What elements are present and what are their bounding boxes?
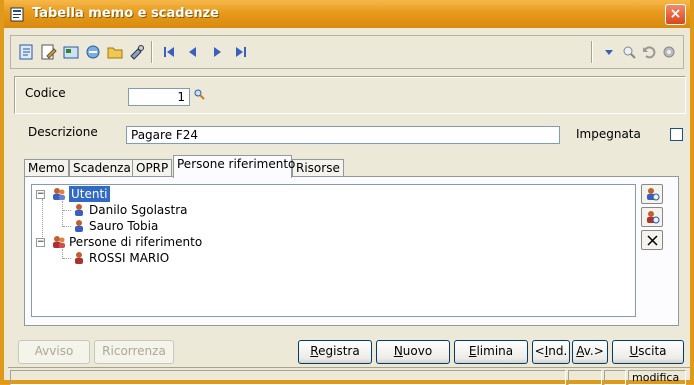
properties-icon[interactable] — [63, 44, 79, 60]
tab-scadenza-label: Scadenza — [73, 161, 131, 175]
next-record-icon[interactable] — [209, 44, 225, 60]
title-bar[interactable]: Tabella memo e scadenze × — [4, 0, 690, 28]
add-user-button[interactable] — [641, 184, 663, 204]
registra-label: egistra — [318, 344, 360, 358]
close-icon: × — [669, 6, 682, 22]
tree-line — [63, 210, 71, 211]
av-label: v.> — [583, 344, 604, 358]
ind-button[interactable]: <Ind. — [532, 340, 570, 364]
ind-label: nd. — [548, 344, 568, 358]
elimina-button[interactable]: Elimina — [454, 340, 528, 364]
descrizione-field[interactable]: Pagare F24 — [126, 126, 560, 144]
refresh-icon[interactable] — [85, 44, 101, 60]
user-icon — [75, 220, 83, 232]
new-record-icon[interactable] — [19, 44, 35, 60]
toolbar — [10, 35, 684, 69]
impegnata-label: Impegnata — [576, 127, 641, 141]
registra-button[interactable]: Registra — [298, 340, 372, 364]
ricorrenza-label: Ricorrenza — [102, 344, 166, 358]
close-button[interactable]: × — [665, 4, 686, 25]
collapse-icon[interactable]: − — [36, 238, 45, 247]
edit-icon[interactable] — [41, 44, 57, 60]
tree-group-label: Persone di riferimento — [69, 235, 203, 249]
av-button[interactable]: Av.> — [572, 340, 608, 364]
tab-risorse[interactable]: Risorse — [292, 159, 344, 177]
tab-memo-label: Memo — [28, 161, 65, 175]
delete-button[interactable] — [641, 230, 663, 250]
impegnata-checkbox[interactable] — [670, 128, 683, 141]
tree-item-label: Sauro Tobia — [89, 219, 159, 233]
tab-persone-riferimento-label: Persone riferimento — [177, 157, 296, 171]
status-message-cell — [10, 370, 566, 385]
tab-persone-riferimento[interactable]: Persone riferimento — [173, 155, 296, 178]
undo-icon[interactable] — [641, 44, 657, 60]
tab-panel-persone: − Utenti Danilo Sgolastra Sauro Tobia − … — [24, 176, 679, 326]
status-cell — [604, 370, 626, 385]
codice-field[interactable]: 1 — [128, 88, 190, 106]
status-mode: modifica — [628, 370, 686, 385]
nuovo-button[interactable]: Nuovo — [376, 340, 450, 364]
previous-record-icon[interactable] — [185, 44, 201, 60]
tree-item-label: ROSSI MARIO — [89, 251, 170, 265]
tree-item-label: Danilo Sgolastra — [89, 203, 188, 217]
add-user-icon — [647, 188, 660, 201]
status-bar: modifica — [8, 367, 690, 385]
find-user-button[interactable] — [641, 207, 663, 227]
last-record-icon[interactable] — [233, 44, 249, 60]
tab-oprp[interactable]: OPRP — [132, 159, 173, 177]
nuovo-label: uovo — [402, 344, 433, 358]
tab-memo[interactable]: Memo — [24, 159, 69, 177]
contacts-group-icon — [53, 236, 65, 248]
tree-group-label: Utenti — [69, 186, 110, 202]
avviso-label: Avviso — [34, 344, 74, 358]
nuovo-accesskey: N — [393, 344, 403, 358]
tools-icon[interactable] — [129, 44, 145, 60]
tree-line — [63, 258, 71, 259]
status-cell — [568, 370, 602, 385]
search-icon[interactable] — [621, 44, 637, 60]
toolbar-separator — [151, 41, 153, 63]
app-icon — [10, 7, 24, 22]
tree-line — [62, 201, 63, 227]
tab-scadenza[interactable]: Scadenza — [69, 159, 135, 177]
uscita-accesskey: U — [629, 344, 639, 358]
tree-line — [63, 226, 71, 227]
av-accesskey: A — [576, 344, 584, 358]
avviso-button[interactable]: Avviso — [18, 340, 90, 364]
contact-icon — [75, 252, 83, 264]
first-record-icon[interactable] — [161, 44, 177, 60]
settings-icon[interactable] — [661, 44, 677, 60]
window-title: Tabella memo e scadenze — [32, 6, 219, 21]
toolbar-separator — [591, 41, 593, 63]
people-tree[interactable]: − Utenti Danilo Sgolastra Sauro Tobia − … — [31, 184, 636, 317]
registra-accesskey: R — [310, 344, 319, 358]
uscita-label: scita — [638, 344, 667, 358]
elimina-label: limina — [476, 344, 514, 358]
find-user-icon — [647, 211, 660, 224]
tab-oprp-label: OPRP — [136, 161, 169, 175]
main-window: Tabella memo e scadenze × Codice 1 Descr… — [0, 0, 694, 385]
ind-prefix: < — [534, 344, 545, 358]
users-group-icon — [53, 188, 65, 200]
codice-panel: Codice 1 — [14, 76, 686, 114]
dropdown-icon[interactable] — [601, 44, 617, 60]
collapse-icon[interactable]: − — [36, 190, 45, 199]
delete-icon — [647, 235, 658, 246]
uscita-button[interactable]: Uscita — [612, 340, 684, 364]
lookup-icon[interactable] — [193, 88, 205, 100]
folder-icon[interactable] — [107, 44, 123, 60]
descrizione-label: Descrizione — [28, 125, 98, 139]
user-icon — [75, 204, 83, 216]
ricorrenza-button[interactable]: Ricorrenza — [94, 340, 174, 364]
codice-label: Codice — [25, 86, 66, 100]
tab-risorse-label: Risorse — [296, 161, 340, 175]
